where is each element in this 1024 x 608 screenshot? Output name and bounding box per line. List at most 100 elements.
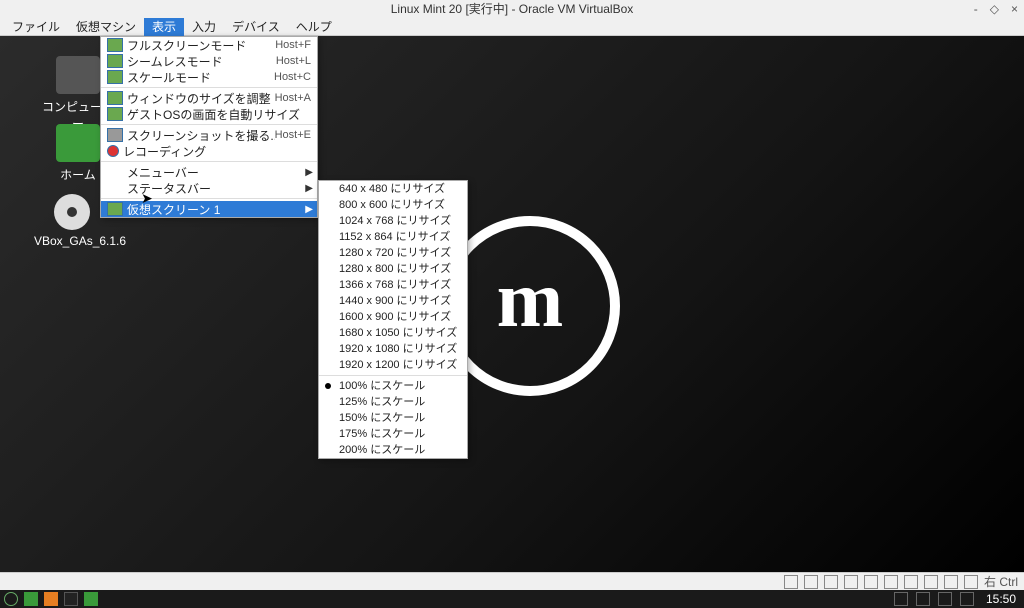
- folder-icon: [56, 124, 100, 162]
- resize-option-5[interactable]: 1280 x 800 にリサイズ: [319, 261, 467, 277]
- screen-icon: [107, 91, 123, 105]
- menu-item-label: シームレスモード: [127, 53, 276, 70]
- battery-tray-icon[interactable]: [960, 592, 974, 606]
- menubar-item-0[interactable]: ファイル: [4, 17, 68, 36]
- display-icon[interactable]: [904, 575, 918, 589]
- resize-option-1[interactable]: 800 x 600 にリサイズ: [319, 197, 467, 213]
- cpu-icon[interactable]: [944, 575, 958, 589]
- resize-option-7[interactable]: 1440 x 900 にリサイズ: [319, 293, 467, 309]
- menu-separator: [101, 87, 317, 88]
- mouse-integration-icon[interactable]: [964, 575, 978, 589]
- screen-icon: [107, 70, 123, 84]
- window-titlebar: Linux Mint 20 [実行中] - Oracle VM VirtualB…: [0, 0, 1024, 18]
- scale-option-1[interactable]: 125% にスケール: [319, 394, 467, 410]
- view-menu-item-13[interactable]: 仮想スクリーン 1▶: [101, 201, 317, 217]
- volume-tray-icon[interactable]: [938, 592, 952, 606]
- audio-icon[interactable]: [824, 575, 838, 589]
- view-menu-dropdown: フルスクリーンモードHost+FシームレスモードHost+LスケールモードHos…: [100, 36, 318, 218]
- view-menu-item-0[interactable]: フルスクリーンモードHost+F: [101, 37, 317, 53]
- screen-icon: [107, 54, 123, 68]
- scale-option-3[interactable]: 175% にスケール: [319, 426, 467, 442]
- view-menu-item-8[interactable]: レコーディング: [101, 143, 317, 159]
- menubar-item-3[interactable]: 入力: [184, 17, 224, 36]
- menu-separator: [101, 198, 317, 199]
- network-icon[interactable]: [844, 575, 858, 589]
- radio-selected-icon: [325, 383, 331, 389]
- resize-option-11[interactable]: 1920 x 1200 にリサイズ: [319, 357, 467, 373]
- menu-item-label: スケールモード: [127, 69, 274, 86]
- clock[interactable]: 15:50: [982, 592, 1020, 606]
- scale-option-2[interactable]: 150% にスケール: [319, 410, 467, 426]
- resize-option-9[interactable]: 1680 x 1050 にリサイズ: [319, 325, 467, 341]
- menu-item-label: 仮想スクリーン 1: [127, 201, 311, 218]
- menubar-item-1[interactable]: 仮想マシン: [68, 17, 144, 36]
- menu-shortcut: Host+F: [275, 39, 311, 51]
- view-menu-item-1[interactable]: シームレスモードHost+L: [101, 53, 317, 69]
- close-icon[interactable]: ×: [1011, 0, 1018, 18]
- menu-item-label: レコーディング: [123, 143, 311, 160]
- resize-option-0[interactable]: 640 x 480 にリサイズ: [319, 181, 467, 197]
- menubar-item-5[interactable]: ヘルプ: [288, 17, 340, 36]
- menu-separator: [101, 161, 317, 162]
- view-menu-item-2[interactable]: スケールモードHost+C: [101, 69, 317, 85]
- camera-icon: [107, 128, 123, 142]
- menu-shortcut: Host+E: [275, 129, 311, 141]
- resize-option-10[interactable]: 1920 x 1080 にリサイズ: [319, 341, 467, 357]
- tray-icon[interactable]: [894, 592, 908, 606]
- desktop-icon-vbox-gas[interactable]: VBox_GAs_6.1.6: [34, 194, 110, 248]
- scale-option-4[interactable]: 200% にスケール: [319, 442, 467, 458]
- resize-option-4[interactable]: 1280 x 720 にリサイズ: [319, 245, 467, 261]
- window-title: Linux Mint 20 [実行中] - Oracle VM VirtualB…: [391, 2, 634, 16]
- shared-folder-icon[interactable]: [884, 575, 898, 589]
- optical-icon[interactable]: [804, 575, 818, 589]
- screen-icon: [107, 202, 123, 216]
- network-tray-icon[interactable]: [916, 592, 930, 606]
- resize-option-2[interactable]: 1024 x 768 にリサイズ: [319, 213, 467, 229]
- maximize-icon[interactable]: ◇: [990, 0, 999, 18]
- terminal-icon[interactable]: [64, 592, 78, 606]
- computer-icon: [56, 56, 100, 94]
- resize-option-6[interactable]: 1366 x 768 にリサイズ: [319, 277, 467, 293]
- minimize-icon[interactable]: -: [974, 0, 978, 18]
- menu-item-label: ゲストOSの画面を自動リサイズ: [127, 106, 311, 123]
- menu-item-label: スクリーンショットを撮る...: [127, 127, 275, 144]
- view-menu-item-5[interactable]: ゲストOSの画面を自動リサイズ: [101, 106, 317, 122]
- menu-item-label: ステータスバー: [127, 180, 311, 197]
- desktop-icon-label: VBox_GAs_6.1.6: [34, 234, 110, 248]
- disc-icon: [54, 194, 90, 230]
- none-icon: [107, 165, 123, 179]
- firefox-icon[interactable]: [44, 592, 58, 606]
- chevron-right-icon: ▶: [305, 183, 313, 194]
- menu-separator: [319, 375, 467, 376]
- menu-item-label: ウィンドウのサイズを調整: [127, 90, 275, 107]
- guest-taskbar: 15:50: [0, 590, 1024, 608]
- hdd-icon[interactable]: [784, 575, 798, 589]
- screen-icon: [107, 107, 123, 121]
- view-menu-item-7[interactable]: スクリーンショットを撮る...Host+E: [101, 127, 317, 143]
- usb-icon[interactable]: [864, 575, 878, 589]
- menu-shortcut: Host+A: [275, 92, 311, 104]
- mint-menu-icon[interactable]: [4, 592, 18, 606]
- virtual-screen-submenu: 640 x 480 にリサイズ800 x 600 にリサイズ1024 x 768…: [318, 180, 468, 459]
- menu-item-label: メニューバー: [127, 164, 311, 181]
- files-icon[interactable]: [84, 592, 98, 606]
- show-desktop-icon[interactable]: [24, 592, 38, 606]
- menubar-item-2[interactable]: 表示: [144, 17, 184, 36]
- menubar: ファイル仮想マシン表示入力デバイスヘルプ: [0, 18, 1024, 36]
- menu-shortcut: Host+L: [276, 55, 311, 67]
- recording-icon[interactable]: [924, 575, 938, 589]
- resize-option-8[interactable]: 1600 x 900 にリサイズ: [319, 309, 467, 325]
- none-icon: [107, 181, 123, 195]
- scale-option-0[interactable]: 100% にスケール: [319, 378, 467, 394]
- menubar-item-4[interactable]: デバイス: [224, 17, 288, 36]
- menu-separator: [101, 124, 317, 125]
- view-menu-item-10[interactable]: メニューバー▶: [101, 164, 317, 180]
- menu-shortcut: Host+C: [274, 71, 311, 83]
- menu-item-label: フルスクリーンモード: [127, 37, 275, 54]
- host-key-label: 右 Ctrl: [984, 573, 1018, 590]
- screen-icon: [107, 38, 123, 52]
- view-menu-item-4[interactable]: ウィンドウのサイズを調整Host+A: [101, 90, 317, 106]
- resize-option-3[interactable]: 1152 x 864 にリサイズ: [319, 229, 467, 245]
- chevron-right-icon: ▶: [305, 167, 313, 178]
- view-menu-item-11[interactable]: ステータスバー▶: [101, 180, 317, 196]
